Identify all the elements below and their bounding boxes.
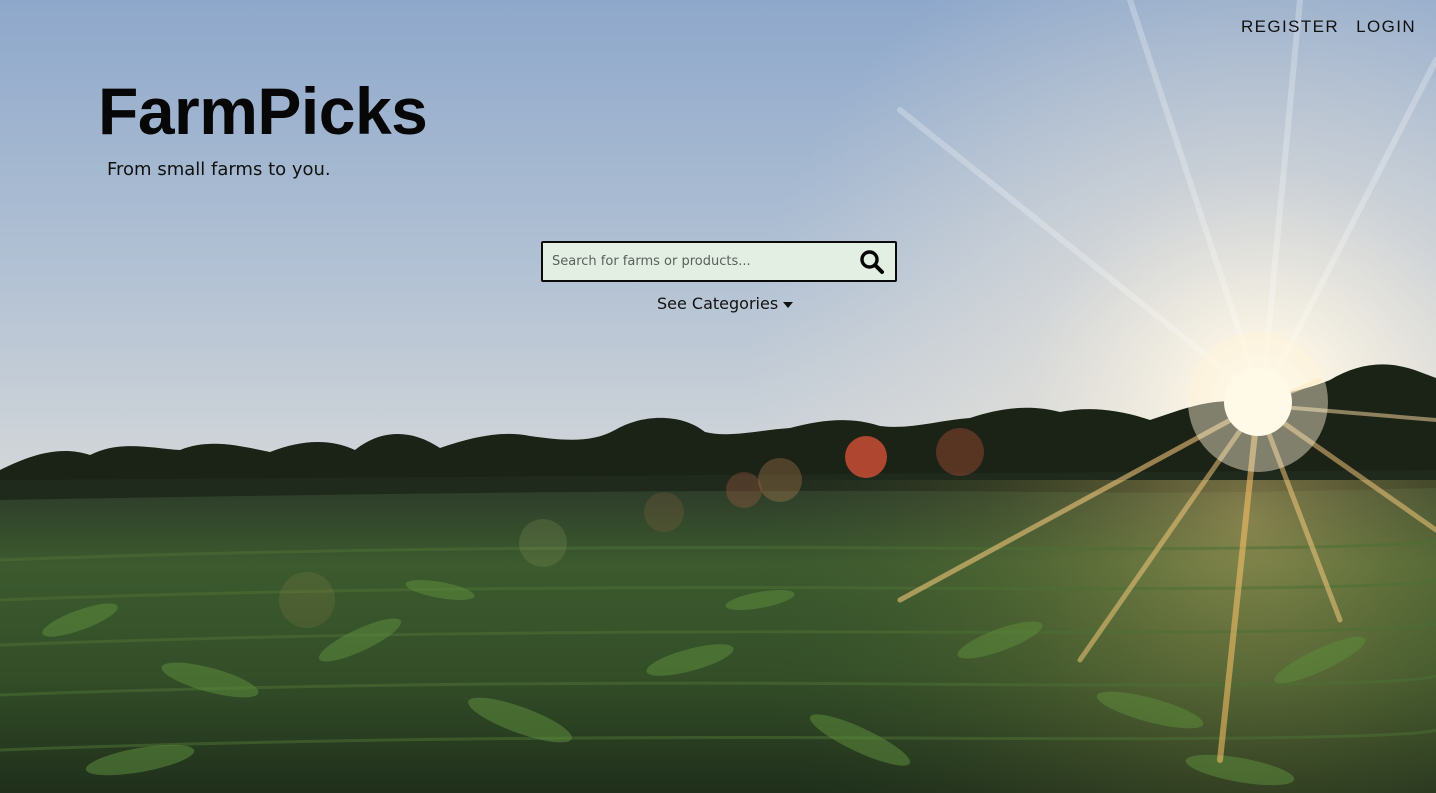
see-categories-dropdown[interactable]: See Categories: [657, 293, 794, 315]
login-link[interactable]: LOGIN: [1356, 16, 1416, 38]
brand-tagline: From small farms to you.: [107, 159, 331, 180]
caret-down-icon: [783, 301, 794, 308]
search-form: [541, 241, 897, 282]
top-nav: REGISTER LOGIN: [1241, 16, 1416, 38]
search-button[interactable]: [849, 243, 895, 280]
brand-title: FarmPicks: [98, 74, 428, 148]
see-categories-label: See Categories: [657, 294, 779, 313]
search-input[interactable]: [543, 243, 849, 280]
register-link[interactable]: REGISTER: [1241, 16, 1339, 38]
search-icon: [860, 249, 884, 274]
